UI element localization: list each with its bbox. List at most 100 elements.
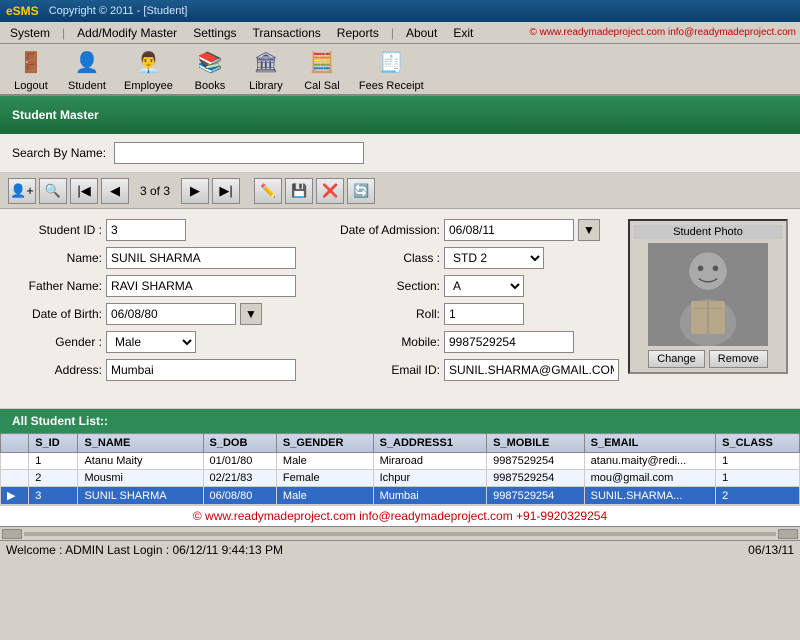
table-row[interactable]: 1 Atanu Maity 01/01/80 Male Miraroad 998… [1,453,800,470]
edit-button[interactable]: ✏️ [254,178,282,204]
dob-picker-button[interactable]: ▼ [240,303,262,325]
student-id-label: Student ID : [12,223,102,237]
sep2: | [389,26,396,40]
search-bar: Search By Name: [0,134,800,173]
col-sname[interactable]: S_NAME [78,434,203,453]
status-right: 06/13/11 [748,543,794,558]
section-select[interactable]: A B C [444,275,524,297]
col-sgender[interactable]: S_GENDER [276,434,373,453]
next-record-button[interactable]: ▶ [181,178,209,204]
menu-exit[interactable]: Exit [447,24,479,42]
scroll-right-button[interactable] [778,529,798,539]
calsal-icon: 🧮 [306,47,338,79]
table-row[interactable]: 2 Mousmi 02/21/83 Female Ichpur 99875292… [1,470,800,487]
student-button[interactable]: 👤 Student [62,45,112,94]
col-saddress1[interactable]: S_ADDRESS1 [373,434,487,453]
library-button[interactable]: 🏛 Library [241,45,291,94]
feesreceipt-label: Fees Receipt [359,80,424,92]
photo-label: Student Photo [634,225,782,239]
refresh-button[interactable]: 🔄 [347,178,375,204]
add-record-button[interactable]: 👤+ [8,178,36,204]
col-sid[interactable]: S_ID [29,434,78,453]
cell-sgender: Male [276,487,373,505]
doa-input[interactable] [444,219,574,241]
cell-smobile: 9987529254 [487,470,585,487]
scroll-track [24,532,776,536]
scroll-left-button[interactable] [2,529,22,539]
cell-sgender: Male [276,453,373,470]
gender-row: Gender : Male Female [12,331,314,353]
doa-picker-button[interactable]: ▼ [578,219,600,241]
prev-record-button[interactable]: ◀ [101,178,129,204]
student-icon: 👤 [71,47,103,79]
calsal-button[interactable]: 🧮 Cal Sal [297,45,347,94]
address-label: Address: [12,363,102,377]
mobile-input[interactable] [444,331,574,353]
feesreceipt-button[interactable]: 🧾 Fees Receipt [353,45,430,94]
address-input[interactable] [106,359,296,381]
table-title: All Student List:: [12,414,108,428]
cell-saddress1: Mumbai [373,487,487,505]
horizontal-scrollbar[interactable] [0,526,800,540]
col-sdob[interactable]: S_DOB [203,434,276,453]
save-button[interactable]: 💾 [285,178,313,204]
search-input[interactable] [114,142,364,164]
col-pointer [1,434,29,453]
first-record-button[interactable]: |◀ [70,178,98,204]
class-select[interactable]: STD 1 STD 2 STD 3 [444,247,544,269]
table-row[interactable]: ▶ 3 SUNIL SHARMA 06/08/80 Male Mumbai 99… [1,487,800,505]
gender-select[interactable]: Male Female [106,331,196,353]
page-title: Student Master [12,108,99,122]
last-record-button[interactable]: ▶| [212,178,240,204]
student-id-input[interactable] [106,219,186,241]
table-container[interactable]: S_ID S_NAME S_DOB S_GENDER S_ADDRESS1 S_… [0,433,800,505]
doa-label: Date of Admission: [320,223,440,237]
menu-reports[interactable]: Reports [331,24,385,42]
dob-input[interactable] [106,303,236,325]
cell-semail: atanu.maity@redi... [584,453,715,470]
cell-sdob: 06/08/80 [203,487,276,505]
col-smobile[interactable]: S_MOBILE [487,434,585,453]
toolbar: 🚪 Logout 👤 Student 👨‍💼 Employee 📚 Books … [0,44,800,96]
email-input[interactable] [444,359,619,381]
doa-row: Date of Admission: ▼ [320,219,622,241]
search-record-button[interactable]: 🔍 [39,178,67,204]
row-pointer-cell [1,453,29,470]
col-sclass[interactable]: S_CLASS [716,434,800,453]
form-left-col: Student ID : Name: Father Name: Date of … [12,219,314,398]
delete-button[interactable]: ❌ [316,178,344,204]
data-table: S_ID S_NAME S_DOB S_GENDER S_ADDRESS1 S_… [0,433,800,505]
name-label: Name: [12,251,102,265]
dob-row: Date of Birth: ▼ [12,303,314,325]
cell-smobile: 9987529254 [487,453,585,470]
search-label: Search By Name: [12,146,106,160]
photo-box: Student Photo Change Remove [628,219,788,374]
menu-transactions[interactable]: Transactions [247,24,327,42]
cell-sname: SUNIL SHARMA [78,487,203,505]
menu-system[interactable]: System [4,24,56,42]
roll-input[interactable] [444,303,524,325]
books-button[interactable]: 📚 Books [185,45,235,94]
col-semail[interactable]: S_EMAIL [584,434,715,453]
table-header: All Student List:: [0,409,800,433]
calsal-label: Cal Sal [304,80,339,92]
menu-about[interactable]: About [400,24,443,42]
copyright-text: Copyright © 2011 - [Student] [49,5,794,17]
remove-photo-button[interactable]: Remove [709,350,768,368]
logout-icon: 🚪 [15,47,47,79]
change-photo-button[interactable]: Change [648,350,705,368]
row-pointer-cell [1,470,29,487]
father-name-input[interactable] [106,275,296,297]
mobile-label: Mobile: [320,335,440,349]
cell-smobile: 9987529254 [487,487,585,505]
mobile-row: Mobile: [320,331,622,353]
logout-button[interactable]: 🚪 Logout [6,45,56,94]
footer-watermark: © www.readymadeproject.com info@readymad… [0,505,800,526]
name-input[interactable] [106,247,296,269]
books-icon: 📚 [194,47,226,79]
menu-settings[interactable]: Settings [187,24,242,42]
menu-add-modify[interactable]: Add/Modify Master [71,24,183,42]
student-photo [648,243,768,346]
employee-button[interactable]: 👨‍💼 Employee [118,45,179,94]
cell-sname: Atanu Maity [78,453,203,470]
